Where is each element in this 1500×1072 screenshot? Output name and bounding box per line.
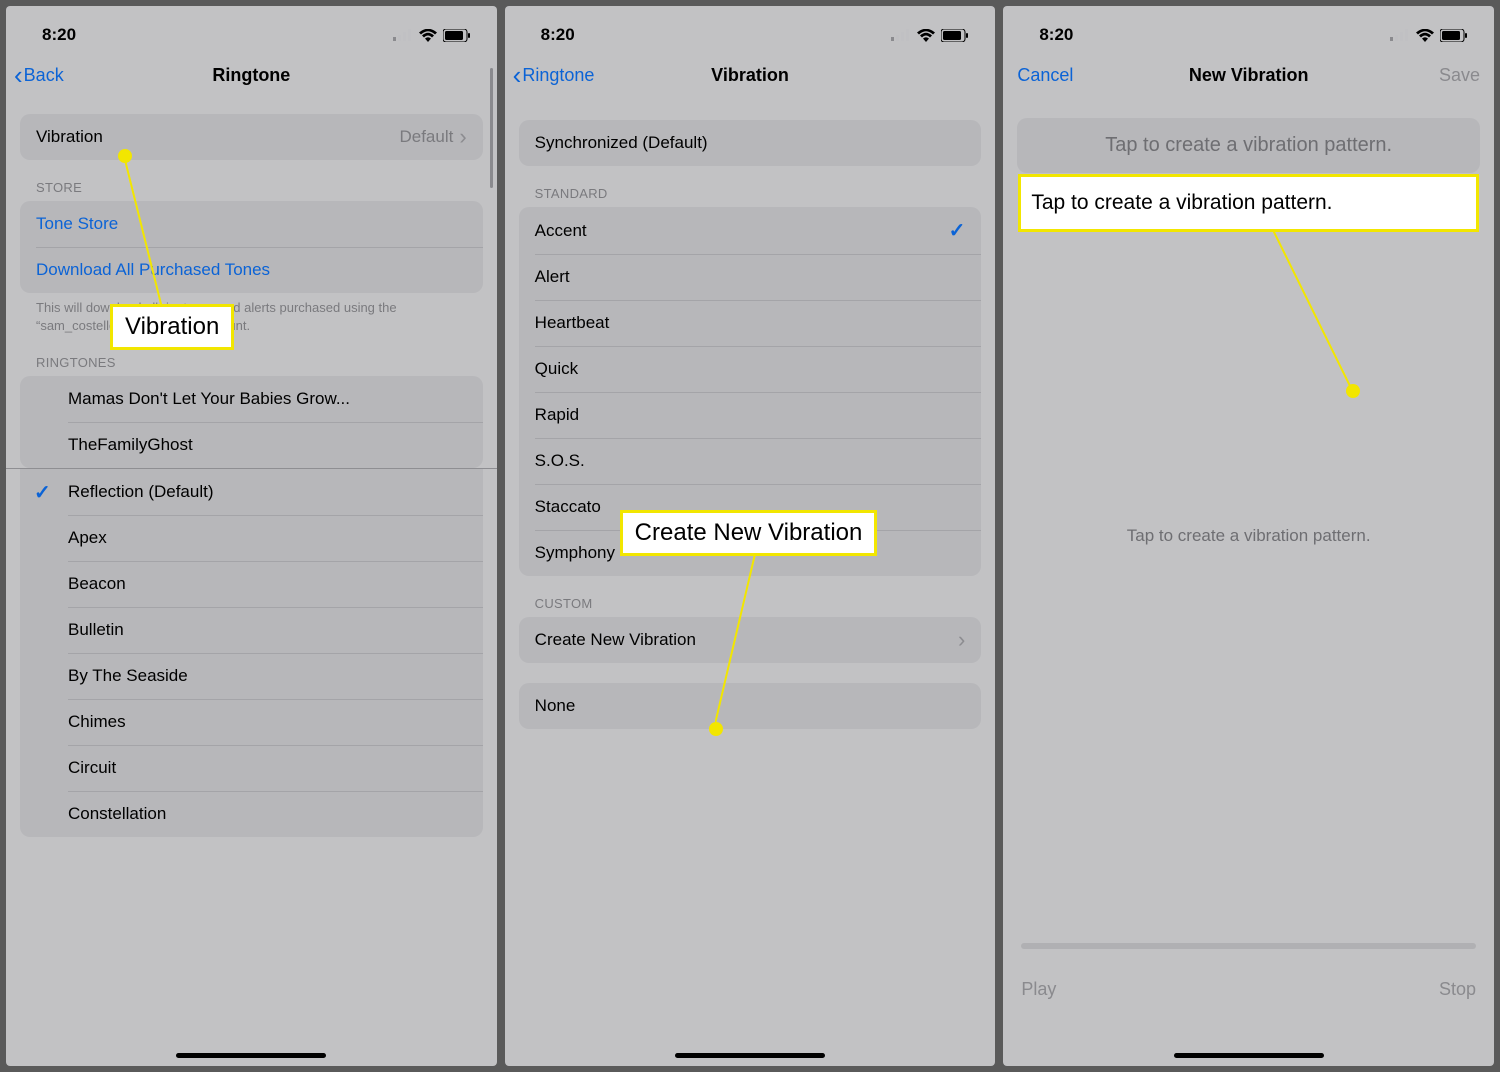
annotation-dot	[709, 722, 723, 736]
checkmark-icon: ✓	[34, 480, 51, 505]
standard-header: STANDARD	[519, 186, 982, 207]
cellular-icon	[891, 29, 911, 41]
ringtone-default-row[interactable]: ✓ Reflection (Default)	[20, 469, 483, 515]
ringtone-row[interactable]: Mamas Don't Let Your Babies Grow...	[20, 376, 483, 422]
tone-store-label: Tone Store	[36, 214, 467, 234]
stop-button[interactable]: Stop	[1439, 979, 1476, 1000]
wifi-icon	[1416, 29, 1434, 42]
battery-icon	[941, 29, 969, 42]
content-scroll[interactable]: Synchronized (Default) STANDARD Accent ✓…	[505, 100, 996, 1066]
cellular-icon	[1390, 29, 1410, 41]
status-bar: 8:20	[1003, 6, 1494, 50]
save-button[interactable]: Save	[1439, 65, 1480, 86]
chevron-right-icon: ›	[459, 126, 466, 148]
annotation-callout: Vibration	[110, 304, 234, 350]
ringtone-row[interactable]: Circuit	[20, 745, 483, 791]
store-header: STORE	[20, 180, 483, 201]
home-indicator[interactable]	[176, 1053, 326, 1058]
ringtone-row[interactable]: Bulletin	[20, 607, 483, 653]
tap-pattern-area[interactable]: Tap to create a vibration pattern.	[1017, 118, 1480, 173]
custom-header: CUSTOM	[519, 596, 982, 617]
vibration-footer: Play Stop	[1003, 943, 1494, 1016]
scrollbar[interactable]	[490, 68, 493, 188]
download-note: This will download all ringtones and ale…	[20, 293, 483, 335]
status-bar: 8:20	[6, 6, 497, 50]
vibration-option-row[interactable]: Accent ✓	[519, 207, 982, 254]
annotation-dot	[1346, 384, 1360, 398]
vibration-option-row[interactable]: Alert	[519, 254, 982, 300]
annotation-dot	[118, 149, 132, 163]
play-button[interactable]: Play	[1021, 979, 1056, 1000]
back-label: Back	[24, 65, 64, 86]
status-time: 8:20	[42, 25, 76, 45]
download-purchased-label: Download All Purchased Tones	[36, 260, 467, 280]
ringtone-row[interactable]: Chimes	[20, 699, 483, 745]
chevron-right-icon: ›	[958, 629, 965, 651]
vibration-option-row[interactable]: Quick	[519, 346, 982, 392]
tone-store-row[interactable]: Tone Store	[20, 201, 483, 247]
ringtones-header: RINGTONES	[20, 355, 483, 376]
back-label: Ringtone	[522, 65, 594, 86]
cancel-button[interactable]: Cancel	[1017, 65, 1073, 86]
screen-new-vibration: 8:20 Cancel New Vibration Save Tap to cr…	[1003, 6, 1494, 1066]
battery-icon	[443, 29, 471, 42]
ringtone-row[interactable]: Beacon	[20, 561, 483, 607]
ringtone-row[interactable]: By The Seaside	[20, 653, 483, 699]
chevron-left-icon: ‹	[14, 62, 23, 88]
nav-header: Cancel New Vibration Save	[1003, 50, 1494, 100]
vibration-value: Default	[399, 127, 453, 147]
vibration-option-row[interactable]: S.O.S.	[519, 438, 982, 484]
annotation-callout: Create New Vibration	[620, 510, 878, 556]
vibration-row[interactable]: Vibration Default ›	[20, 114, 483, 160]
home-indicator[interactable]	[1174, 1053, 1324, 1058]
vibration-label: Vibration	[36, 127, 399, 147]
status-time: 8:20	[1039, 25, 1073, 45]
status-icons	[393, 29, 471, 42]
center-hint: Tap to create a vibration pattern.	[1127, 526, 1371, 546]
screen-vibration: 8:20 ‹ Ringtone Vibration Synchronized (…	[505, 6, 996, 1066]
home-indicator[interactable]	[675, 1053, 825, 1058]
cellular-icon	[393, 29, 413, 41]
vibration-track	[1021, 943, 1476, 949]
status-icons	[891, 29, 969, 42]
wifi-icon	[419, 29, 437, 42]
nav-header: ‹ Ringtone Vibration	[505, 50, 996, 100]
page-title: Vibration	[711, 65, 789, 86]
vibration-option-row[interactable]: Heartbeat	[519, 300, 982, 346]
status-bar: 8:20	[505, 6, 996, 50]
page-title: New Vibration	[1189, 65, 1309, 86]
ringtone-row[interactable]: TheFamilyGhost	[20, 422, 483, 468]
status-icons	[1390, 29, 1468, 42]
vibration-option-row[interactable]: Rapid	[519, 392, 982, 438]
tap-prompt: Tap to create a vibration pattern.	[1105, 134, 1392, 156]
download-purchased-row[interactable]: Download All Purchased Tones	[20, 247, 483, 293]
create-new-vibration-row[interactable]: Create New Vibration ›	[519, 617, 982, 663]
ringtone-row[interactable]: Constellation	[20, 791, 483, 837]
page-title: Ringtone	[212, 65, 290, 86]
battery-icon	[1440, 29, 1468, 42]
wifi-icon	[917, 29, 935, 42]
nav-header: ‹ Back Ringtone	[6, 50, 497, 100]
synchronized-default-row[interactable]: Synchronized (Default)	[519, 120, 982, 166]
annotation-callout: Tap to create a vibration pattern.	[1018, 174, 1479, 232]
screen-ringtone: 8:20 ‹ Back Ringtone Vibration Default ›…	[6, 6, 497, 1066]
annotation-line	[1273, 230, 1363, 395]
back-button[interactable]: ‹ Back	[14, 62, 64, 88]
ringtone-row[interactable]: Apex	[20, 515, 483, 561]
checkmark-icon: ✓	[949, 218, 966, 243]
back-button[interactable]: ‹ Ringtone	[513, 62, 595, 88]
vibration-none-row[interactable]: None	[519, 683, 982, 729]
chevron-left-icon: ‹	[513, 62, 522, 88]
status-time: 8:20	[541, 25, 575, 45]
content-scroll[interactable]: Vibration Default › STORE Tone Store Dow…	[6, 100, 497, 1066]
